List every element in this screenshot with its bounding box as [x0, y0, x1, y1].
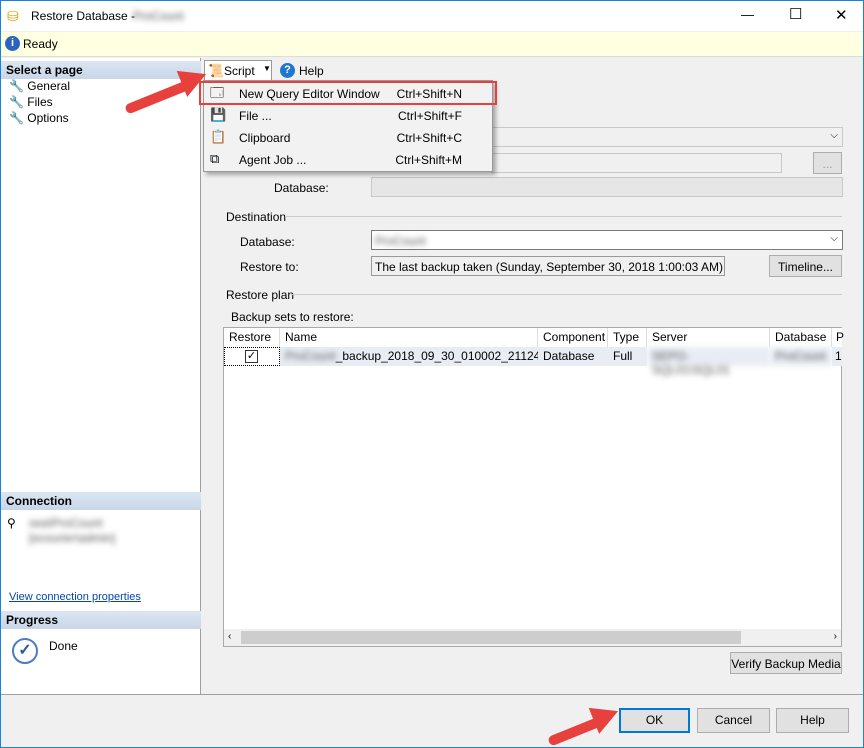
script-icon: 📜: [208, 63, 225, 78]
cancel-button[interactable]: Cancel: [697, 708, 770, 733]
scrollbar-thumb[interactable]: [241, 631, 741, 644]
chevron-down-icon: ⌵: [830, 233, 838, 244]
restore-plan-header: Restore plan: [226, 288, 295, 302]
divider: [1, 694, 863, 695]
dest-database-value: ProCount: [375, 234, 426, 248]
chevron-down-icon: ▼: [263, 64, 271, 73]
connection-icon: ⚲: [7, 516, 16, 530]
table-cell-name: ProCount_backup_2018_09_30_010002_211245…: [280, 347, 554, 366]
maximize-button[interactable]: ☐: [789, 5, 802, 23]
done-check-icon: ✓: [12, 638, 38, 664]
menu-item-label: File ...: [239, 109, 272, 123]
dest-database-dropdown[interactable]: ProCount ⌵: [371, 230, 843, 250]
wrench-icon: 🔧: [9, 79, 24, 93]
backup-sets-grid: Restore Name Component Type Server Datab…: [223, 327, 844, 647]
connection-user: [ecourier\admin]: [29, 531, 116, 545]
column-header[interactable]: Database: [770, 328, 832, 347]
table-cell-component: Database: [538, 347, 608, 366]
menu-item-shortcut: Ctrl+Shift+F: [397, 109, 462, 123]
restore-database-dialog: ⛁ Restore Database - ProCount — ☐ ✕ i Re…: [0, 0, 864, 748]
progress-status: Done: [49, 639, 78, 653]
column-header[interactable]: Name: [280, 328, 538, 347]
source-database-label: Database:: [274, 181, 329, 195]
browse-button[interactable]: ...: [813, 152, 842, 174]
help-icon: ?: [280, 63, 295, 78]
table-cell-type: Full: [608, 347, 647, 366]
help-button[interactable]: Help: [776, 708, 849, 733]
table-row-restore-cell[interactable]: ✓: [224, 347, 280, 366]
backup-name: _backup_2018_09_30_010002_2112459: [335, 349, 554, 363]
agent-job-icon: ⧉: [210, 151, 220, 166]
clipboard-icon: 📋: [210, 129, 227, 144]
table-cell-database: ProCount: [770, 347, 832, 366]
timeline-button[interactable]: Timeline...: [769, 255, 842, 277]
restore-checkbox[interactable]: ✓: [245, 350, 258, 363]
connection-server: sea\ProCount: [29, 516, 103, 530]
help-toolbar-button[interactable]: Help: [299, 64, 324, 78]
select-page-header: Select a page: [1, 61, 201, 79]
backup-sets-label: Backup sets to restore:: [231, 310, 354, 324]
column-header[interactable]: Server: [647, 328, 770, 347]
ok-button[interactable]: OK: [619, 708, 690, 733]
progress-header: Progress: [1, 611, 201, 629]
minimize-button[interactable]: —: [741, 7, 754, 22]
restore-to-value: The last backup taken (Sunday, September…: [375, 260, 723, 274]
info-icon: i: [5, 36, 20, 51]
horizontal-scrollbar[interactable]: ‹ ›: [224, 629, 841, 646]
window-title: Restore Database -: [31, 9, 136, 23]
menu-item-label: Agent Job ...: [239, 153, 307, 167]
source-device-field[interactable]: [491, 153, 782, 173]
column-header[interactable]: Component: [538, 328, 608, 347]
script-label: Script: [224, 64, 255, 78]
chevron-down-icon: ⌵: [830, 130, 838, 141]
scroll-right-icon[interactable]: ›: [834, 631, 837, 642]
column-header[interactable]: Type: [608, 328, 647, 347]
divider: [291, 294, 842, 295]
sidebar-item-label: Options: [27, 111, 69, 125]
column-header[interactable]: P: [832, 328, 844, 347]
menu-item-agent-job[interactable]: ⧉ Agent Job ... Ctrl+Shift+M: [204, 149, 492, 171]
dest-database-label: Database:: [240, 235, 295, 249]
window-title-db: ProCount: [133, 9, 184, 23]
view-connection-properties-link[interactable]: View connection properties: [9, 591, 141, 603]
connection-header: Connection: [1, 492, 201, 510]
restore-to-field: The last backup taken (Sunday, September…: [371, 256, 725, 276]
sidebar-item-options[interactable]: 🔧 Options: [9, 111, 69, 125]
name-prefix: ProCount: [285, 349, 336, 363]
sidebar-item-label: General: [27, 79, 70, 93]
table-cell-p: 1: [832, 347, 842, 366]
table-cell-server: SEPO-SQL01\SQL01: [647, 347, 770, 377]
column-header[interactable]: Restore: [224, 328, 280, 347]
divider: [285, 216, 842, 217]
wrench-icon: 🔧: [9, 111, 24, 125]
sidebar-item-general[interactable]: 🔧 General: [9, 79, 70, 93]
sidebar-item-files[interactable]: 🔧 Files: [9, 95, 53, 109]
menu-item-label: Clipboard: [239, 131, 291, 145]
restore-to-label: Restore to:: [240, 260, 299, 274]
source-database-dropdown[interactable]: [371, 177, 843, 197]
database-icon: ⛁: [7, 8, 19, 24]
sidebar-item-label: Files: [27, 95, 53, 109]
close-button[interactable]: ✕: [835, 6, 848, 24]
destination-header: Destination: [226, 210, 287, 224]
highlight-box: [199, 81, 497, 105]
menu-item-clipboard[interactable]: 📋 Clipboard Ctrl+Shift+C: [204, 127, 492, 149]
status-bar: i Ready: [1, 32, 863, 57]
menu-item-file[interactable]: 💾 File ... Ctrl+Shift+F: [204, 105, 492, 127]
script-button[interactable]: 📜 Script ▼: [204, 60, 272, 81]
title-bar: ⛁ Restore Database - ProCount — ☐ ✕: [1, 1, 863, 31]
sidebar: Select a page 🔧 General 🔧 Files 🔧 Option…: [1, 58, 201, 694]
menu-item-shortcut: Ctrl+Shift+M: [395, 153, 462, 167]
menu-item-shortcut: Ctrl+Shift+C: [396, 131, 462, 145]
wrench-icon: 🔧: [9, 95, 24, 109]
status-text: Ready: [23, 37, 58, 51]
scroll-left-icon[interactable]: ‹: [228, 631, 231, 642]
save-file-icon: 💾: [210, 107, 227, 122]
verify-backup-media-button[interactable]: Verify Backup Media: [730, 652, 842, 674]
